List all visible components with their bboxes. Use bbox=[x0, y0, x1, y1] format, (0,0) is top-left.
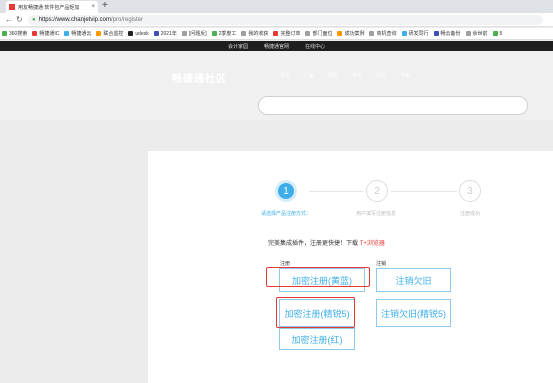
site-top-link[interactable]: 在线中心 bbox=[305, 43, 325, 50]
bookmark-item[interactable]: 成功案例 bbox=[337, 30, 364, 37]
bookmark-item[interactable]: udesk bbox=[128, 30, 149, 37]
bookmark-label: 研发同行 bbox=[408, 31, 429, 37]
hero-nav-item[interactable]: 学习 bbox=[352, 72, 362, 79]
tab-strip: 用友畅捷通 软件包产品矩加 × + bbox=[0, 0, 553, 13]
url-field[interactable]: ● https://www.chanjetvip.com/pro/registe… bbox=[28, 15, 543, 25]
hero-nav: 首页 产品 服务 学习 社区 下载 bbox=[280, 72, 424, 79]
browser-download-link[interactable]: T+浏览器 bbox=[360, 241, 385, 247]
bookmark-icon bbox=[2, 31, 7, 36]
bookmark-item[interactable]: 2021年 bbox=[153, 30, 177, 37]
bookmark-icon bbox=[241, 31, 247, 36]
reload-icon[interactable]: ↻ bbox=[16, 13, 23, 27]
new-tab-button[interactable]: + bbox=[102, 0, 108, 12]
site-logo[interactable]: 畅捷通社区 bbox=[172, 70, 227, 85]
site-top-link[interactable]: 畅捷通官网 bbox=[264, 43, 289, 50]
cancel-old-jingrui5-button[interactable]: 注销欠旧(精锐5) bbox=[376, 299, 451, 327]
cancel-old-button[interactable]: 注销欠旧 bbox=[376, 268, 451, 292]
hero-nav-item[interactable]: 产品 bbox=[304, 72, 314, 79]
tab-close-icon[interactable]: × bbox=[91, 4, 95, 10]
bookmark-icon bbox=[369, 31, 375, 36]
browser-tab[interactable]: 用友畅捷通 软件包产品矩加 × bbox=[6, 1, 98, 13]
bookmark-icon bbox=[32, 31, 38, 36]
bookmark-item[interactable]: 我的收获 bbox=[241, 30, 268, 37]
bookmark-item[interactable]: 余世前 bbox=[465, 30, 488, 37]
step-3-circle: 3 bbox=[459, 180, 481, 202]
bookmark-label: 成功案例 bbox=[344, 31, 365, 37]
bookmark-item[interactable]: 部门面位 bbox=[305, 30, 332, 37]
bookmark-label: 360搜索 bbox=[9, 31, 28, 37]
hero-nav-item[interactable]: 服务 bbox=[328, 72, 338, 79]
register-red-button[interactable]: 加密注册(红) bbox=[279, 328, 355, 350]
bookmark-label: 联合监控 bbox=[103, 31, 124, 37]
bookmark-icon bbox=[337, 31, 343, 36]
site-favicon-icon bbox=[9, 4, 15, 10]
bookmarks-bar: 360搜索 畅捷通IC 畅捷通云 联合监控 udesk 2021年 [问题反] 2季度工 我的收… bbox=[0, 28, 553, 40]
bookmark-icon bbox=[181, 31, 187, 36]
step-connector bbox=[309, 191, 363, 192]
step-3-label: 注册成功 bbox=[459, 211, 481, 217]
url-text: https://www.chanjetvip.com/pro/register bbox=[38, 17, 144, 23]
bookmark-label: 部门面位 bbox=[312, 31, 333, 37]
bookmark-item[interactable]: 畅捷通云 bbox=[64, 30, 91, 37]
bookmark-icon bbox=[96, 31, 102, 36]
bookmark-icon bbox=[465, 31, 471, 36]
bookmark-icon bbox=[211, 31, 217, 36]
bookmark-icon bbox=[153, 31, 159, 36]
bookmark-label: 5 bbox=[499, 30, 503, 37]
step-2-circle: 2 bbox=[366, 180, 388, 202]
bookmark-label: 2季度工 bbox=[218, 31, 237, 37]
step-indicator: 1 2 3 请选择产品注册方式： 用户填写注册信息 注册成功 bbox=[148, 151, 553, 221]
bookmark-item[interactable]: [问题反] bbox=[181, 30, 207, 37]
bookmark-item[interactable]: 联合监控 bbox=[96, 30, 123, 37]
hero-nav-item[interactable]: 社区 bbox=[376, 72, 386, 79]
bookmark-label: 2021年 bbox=[160, 31, 177, 37]
bookmark-label: 余世前 bbox=[472, 31, 488, 37]
site-top-bar: 会计家园 畅捷通官网 在线中心 bbox=[0, 41, 553, 51]
notice-text: 完美集成插件，注册更快捷！下载 bbox=[268, 241, 359, 247]
search-input[interactable] bbox=[258, 96, 528, 115]
bookmark-icon bbox=[305, 31, 311, 36]
lock-icon: ● bbox=[32, 17, 36, 23]
bookmark-label: udesk bbox=[135, 30, 149, 37]
step-1-label: 请选择产品注册方式： bbox=[260, 211, 312, 217]
plugin-notice: 完美集成插件，注册更快捷！下载 T+浏览器 bbox=[268, 238, 385, 247]
bookmark-icon bbox=[128, 31, 134, 36]
address-bar: ← ↻ ● https://www.chanjetvip.com/pro/reg… bbox=[0, 13, 553, 27]
register-card: 1 2 3 请选择产品注册方式： 用户填写注册信息 注册成功 完美集成插件，注册… bbox=[148, 151, 553, 383]
bookmark-icon bbox=[433, 31, 439, 36]
bookmark-item[interactable]: 研发同行 bbox=[401, 30, 429, 37]
bookmark-item[interactable]: 5 bbox=[492, 30, 503, 37]
bookmark-item[interactable]: 畅捷通IC bbox=[32, 30, 59, 37]
bookmark-label: 畅云备份 bbox=[440, 31, 461, 37]
bookmark-label: 畅捷通IC bbox=[39, 31, 60, 37]
step-1-circle: 1 bbox=[275, 180, 297, 202]
step-2-label: 用户填写注册信息 bbox=[355, 211, 397, 217]
bookmark-item[interactable]: 2季度工 bbox=[211, 30, 237, 37]
bookmark-icon bbox=[401, 31, 407, 36]
register-label: 注册 bbox=[280, 261, 291, 267]
bookmark-icon bbox=[273, 31, 279, 36]
highlight-box bbox=[266, 267, 370, 287]
cancel-label: 注销 bbox=[376, 261, 387, 267]
bookmark-item[interactable]: 畅云备份 bbox=[433, 30, 461, 37]
back-icon[interactable]: ← bbox=[5, 13, 13, 27]
highlight-box bbox=[276, 297, 355, 328]
bookmark-label: [问题反] bbox=[188, 31, 207, 37]
bookmark-label: 畅捷通云 bbox=[71, 31, 92, 37]
tab-title: 用友畅捷通 软件包产品矩加 bbox=[18, 4, 80, 11]
bookmark-label: 完整订单 bbox=[280, 31, 301, 37]
step-connector bbox=[391, 191, 457, 192]
bookmark-icon bbox=[492, 31, 498, 36]
bookmark-item[interactable]: 商机查询 bbox=[369, 30, 397, 37]
hero-banner: 畅捷通社区 首页 产品 服务 学习 社区 下载 bbox=[0, 51, 553, 120]
bookmark-item[interactable]: 360搜索 bbox=[2, 30, 27, 37]
bookmark-item[interactable]: 完整订单 bbox=[273, 30, 300, 37]
site-top-link[interactable]: 会计家园 bbox=[228, 43, 248, 50]
bookmark-label: 商机查询 bbox=[376, 31, 397, 37]
bookmark-icon bbox=[64, 31, 70, 36]
bookmark-label: 我的收获 bbox=[248, 31, 269, 37]
hero-nav-item[interactable]: 首页 bbox=[280, 72, 290, 79]
hero-nav-item[interactable]: 下载 bbox=[400, 72, 410, 79]
